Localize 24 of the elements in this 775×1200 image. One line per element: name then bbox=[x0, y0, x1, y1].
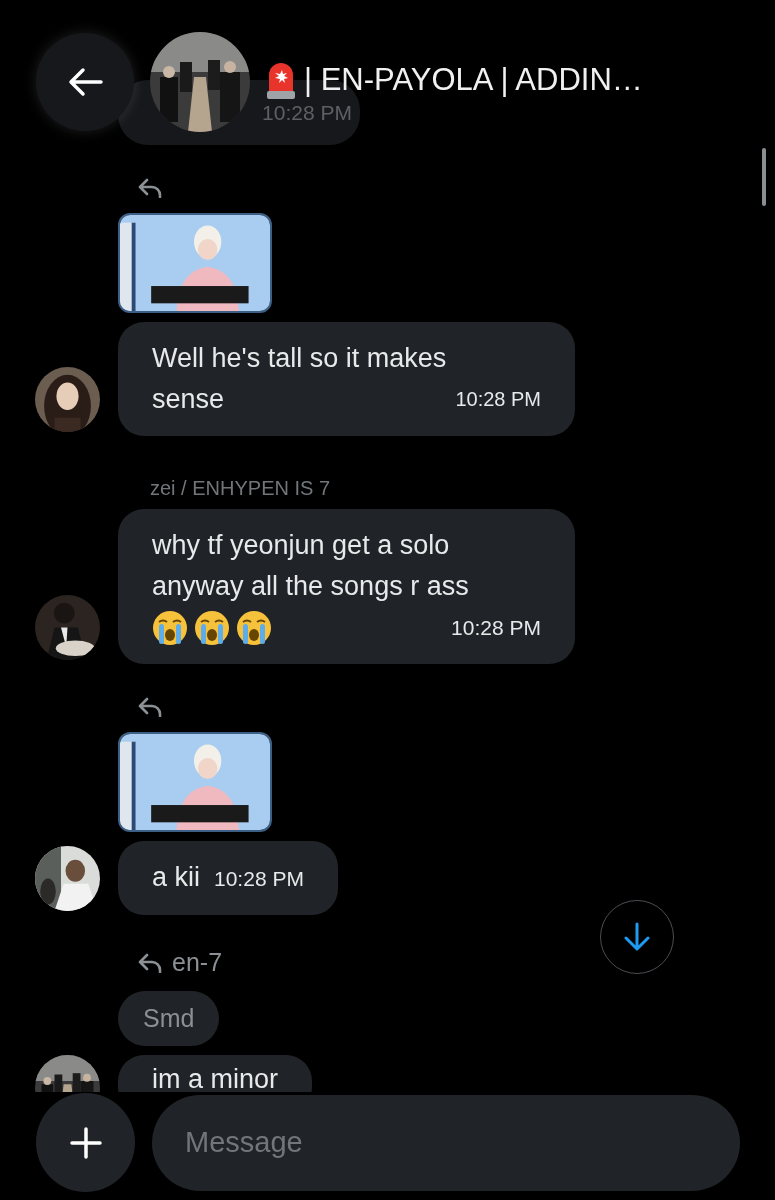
scrollbar[interactable] bbox=[762, 148, 766, 206]
reply-icon bbox=[138, 697, 162, 717]
message-text: Well he's tall so it makes sense bbox=[152, 342, 448, 416]
message-text: im a minor bbox=[152, 1064, 279, 1092]
message-text: a kii bbox=[152, 862, 200, 892]
crying-face-icon bbox=[152, 609, 188, 646]
message-time: 10:28 PM bbox=[262, 100, 352, 125]
siren-icon bbox=[266, 61, 296, 99]
message-input[interactable]: Message bbox=[152, 1094, 740, 1191]
sender-name: zei / ENHYPEN IS 7 bbox=[150, 477, 331, 500]
down-arrow-icon bbox=[624, 922, 650, 952]
message-time: 10:28 PM bbox=[214, 867, 304, 890]
reply-label: en-7 bbox=[172, 948, 223, 977]
back-arrow-icon bbox=[67, 67, 103, 97]
crying-face-icon bbox=[194, 609, 230, 646]
plus-icon bbox=[69, 1126, 102, 1159]
quoted-message[interactable]: Smd bbox=[118, 991, 220, 1046]
message-time: 10:28 PM bbox=[451, 615, 541, 641]
message-time: 10:28 PM bbox=[455, 387, 541, 412]
reply-icon bbox=[138, 952, 162, 973]
crying-face-icon bbox=[236, 609, 272, 646]
message-text: why tf yeonjun get a solo anyway all the songs r ass bbox=[152, 529, 470, 603]
chat-title: | EN-PAYOLA | ADDIN… bbox=[304, 62, 643, 98]
reply-icon bbox=[138, 178, 162, 198]
